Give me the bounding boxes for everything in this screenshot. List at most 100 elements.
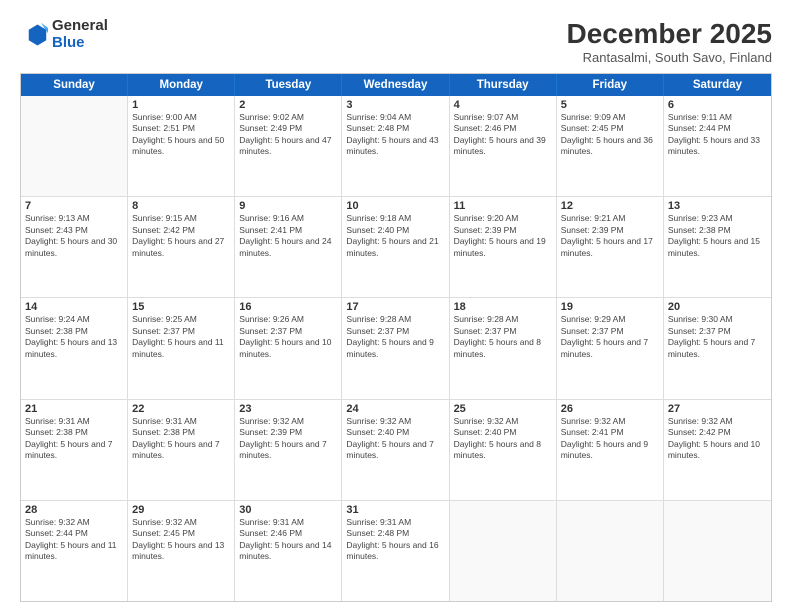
day-number: 27 (668, 403, 767, 415)
day-number: 18 (454, 301, 552, 313)
cell-info: Sunrise: 9:18 AMSunset: 2:40 PMDaylight:… (346, 213, 444, 259)
cell-info: Sunrise: 9:21 AMSunset: 2:39 PMDaylight:… (561, 213, 659, 259)
empty-cell (450, 501, 557, 601)
page: General Blue December 2025 Rantasalmi, S… (0, 0, 792, 612)
day-number: 10 (346, 200, 444, 212)
cell-info: Sunrise: 9:16 AMSunset: 2:41 PMDaylight:… (239, 213, 337, 259)
day-number: 12 (561, 200, 659, 212)
title-block: December 2025 Rantasalmi, South Savo, Fi… (567, 18, 772, 65)
day-cell-25: 25Sunrise: 9:32 AMSunset: 2:40 PMDayligh… (450, 400, 557, 500)
week-row-1: 1Sunrise: 9:00 AMSunset: 2:51 PMDaylight… (21, 96, 771, 197)
cell-info: Sunrise: 9:00 AMSunset: 2:51 PMDaylight:… (132, 112, 230, 158)
day-cell-13: 13Sunrise: 9:23 AMSunset: 2:38 PMDayligh… (664, 197, 771, 297)
week-row-3: 14Sunrise: 9:24 AMSunset: 2:38 PMDayligh… (21, 298, 771, 399)
cell-info: Sunrise: 9:32 AMSunset: 2:40 PMDaylight:… (454, 416, 552, 462)
cell-info: Sunrise: 9:07 AMSunset: 2:46 PMDaylight:… (454, 112, 552, 158)
cell-info: Sunrise: 9:15 AMSunset: 2:42 PMDaylight:… (132, 213, 230, 259)
empty-cell (21, 96, 128, 196)
day-number: 30 (239, 504, 337, 516)
cell-info: Sunrise: 9:04 AMSunset: 2:48 PMDaylight:… (346, 112, 444, 158)
cell-info: Sunrise: 9:20 AMSunset: 2:39 PMDaylight:… (454, 213, 552, 259)
day-number: 2 (239, 99, 337, 111)
header-cell-monday: Monday (128, 74, 235, 96)
week-row-5: 28Sunrise: 9:32 AMSunset: 2:44 PMDayligh… (21, 501, 771, 601)
week-row-2: 7Sunrise: 9:13 AMSunset: 2:43 PMDaylight… (21, 197, 771, 298)
logo-text: General Blue (52, 18, 108, 51)
cell-info: Sunrise: 9:29 AMSunset: 2:37 PMDaylight:… (561, 314, 659, 360)
day-cell-8: 8Sunrise: 9:15 AMSunset: 2:42 PMDaylight… (128, 197, 235, 297)
logo-icon (20, 21, 48, 49)
day-number: 1 (132, 99, 230, 111)
day-number: 7 (25, 200, 123, 212)
header-cell-wednesday: Wednesday (342, 74, 449, 96)
cell-info: Sunrise: 9:02 AMSunset: 2:49 PMDaylight:… (239, 112, 337, 158)
day-cell-11: 11Sunrise: 9:20 AMSunset: 2:39 PMDayligh… (450, 197, 557, 297)
logo: General Blue (20, 18, 108, 51)
day-cell-10: 10Sunrise: 9:18 AMSunset: 2:40 PMDayligh… (342, 197, 449, 297)
day-cell-3: 3Sunrise: 9:04 AMSunset: 2:48 PMDaylight… (342, 96, 449, 196)
day-cell-24: 24Sunrise: 9:32 AMSunset: 2:40 PMDayligh… (342, 400, 449, 500)
day-cell-2: 2Sunrise: 9:02 AMSunset: 2:49 PMDaylight… (235, 96, 342, 196)
calendar-header: SundayMondayTuesdayWednesdayThursdayFrid… (21, 74, 771, 96)
day-cell-12: 12Sunrise: 9:21 AMSunset: 2:39 PMDayligh… (557, 197, 664, 297)
day-number: 21 (25, 403, 123, 415)
day-cell-14: 14Sunrise: 9:24 AMSunset: 2:38 PMDayligh… (21, 298, 128, 398)
day-cell-5: 5Sunrise: 9:09 AMSunset: 2:45 PMDaylight… (557, 96, 664, 196)
day-number: 3 (346, 99, 444, 111)
cell-info: Sunrise: 9:32 AMSunset: 2:39 PMDaylight:… (239, 416, 337, 462)
subtitle: Rantasalmi, South Savo, Finland (567, 50, 772, 65)
day-cell-4: 4Sunrise: 9:07 AMSunset: 2:46 PMDaylight… (450, 96, 557, 196)
day-number: 16 (239, 301, 337, 313)
cell-info: Sunrise: 9:28 AMSunset: 2:37 PMDaylight:… (454, 314, 552, 360)
day-cell-17: 17Sunrise: 9:28 AMSunset: 2:37 PMDayligh… (342, 298, 449, 398)
day-cell-27: 27Sunrise: 9:32 AMSunset: 2:42 PMDayligh… (664, 400, 771, 500)
cell-info: Sunrise: 9:25 AMSunset: 2:37 PMDaylight:… (132, 314, 230, 360)
day-number: 4 (454, 99, 552, 111)
calendar: SundayMondayTuesdayWednesdayThursdayFrid… (20, 73, 772, 602)
day-number: 5 (561, 99, 659, 111)
day-number: 24 (346, 403, 444, 415)
day-cell-26: 26Sunrise: 9:32 AMSunset: 2:41 PMDayligh… (557, 400, 664, 500)
day-cell-20: 20Sunrise: 9:30 AMSunset: 2:37 PMDayligh… (664, 298, 771, 398)
main-title: December 2025 (567, 18, 772, 50)
day-cell-9: 9Sunrise: 9:16 AMSunset: 2:41 PMDaylight… (235, 197, 342, 297)
header-cell-saturday: Saturday (664, 74, 771, 96)
day-cell-23: 23Sunrise: 9:32 AMSunset: 2:39 PMDayligh… (235, 400, 342, 500)
day-number: 11 (454, 200, 552, 212)
day-cell-19: 19Sunrise: 9:29 AMSunset: 2:37 PMDayligh… (557, 298, 664, 398)
day-number: 29 (132, 504, 230, 516)
cell-info: Sunrise: 9:11 AMSunset: 2:44 PMDaylight:… (668, 112, 767, 158)
header-cell-thursday: Thursday (450, 74, 557, 96)
day-number: 14 (25, 301, 123, 313)
day-number: 20 (668, 301, 767, 313)
cell-info: Sunrise: 9:09 AMSunset: 2:45 PMDaylight:… (561, 112, 659, 158)
cell-info: Sunrise: 9:24 AMSunset: 2:38 PMDaylight:… (25, 314, 123, 360)
day-cell-7: 7Sunrise: 9:13 AMSunset: 2:43 PMDaylight… (21, 197, 128, 297)
day-number: 13 (668, 200, 767, 212)
day-number: 8 (132, 200, 230, 212)
cell-info: Sunrise: 9:28 AMSunset: 2:37 PMDaylight:… (346, 314, 444, 360)
day-number: 28 (25, 504, 123, 516)
header: General Blue December 2025 Rantasalmi, S… (20, 18, 772, 65)
cell-info: Sunrise: 9:31 AMSunset: 2:38 PMDaylight:… (132, 416, 230, 462)
day-cell-28: 28Sunrise: 9:32 AMSunset: 2:44 PMDayligh… (21, 501, 128, 601)
cell-info: Sunrise: 9:32 AMSunset: 2:41 PMDaylight:… (561, 416, 659, 462)
cell-info: Sunrise: 9:30 AMSunset: 2:37 PMDaylight:… (668, 314, 767, 360)
day-cell-15: 15Sunrise: 9:25 AMSunset: 2:37 PMDayligh… (128, 298, 235, 398)
cell-info: Sunrise: 9:32 AMSunset: 2:42 PMDaylight:… (668, 416, 767, 462)
calendar-body: 1Sunrise: 9:00 AMSunset: 2:51 PMDaylight… (21, 96, 771, 601)
cell-info: Sunrise: 9:32 AMSunset: 2:40 PMDaylight:… (346, 416, 444, 462)
day-cell-6: 6Sunrise: 9:11 AMSunset: 2:44 PMDaylight… (664, 96, 771, 196)
empty-cell (664, 501, 771, 601)
cell-info: Sunrise: 9:32 AMSunset: 2:44 PMDaylight:… (25, 517, 123, 563)
day-cell-1: 1Sunrise: 9:00 AMSunset: 2:51 PMDaylight… (128, 96, 235, 196)
day-cell-29: 29Sunrise: 9:32 AMSunset: 2:45 PMDayligh… (128, 501, 235, 601)
day-number: 6 (668, 99, 767, 111)
cell-info: Sunrise: 9:26 AMSunset: 2:37 PMDaylight:… (239, 314, 337, 360)
week-row-4: 21 Sunrise: 9:31 AMSunset: 2:38 PMDayligh… (21, 400, 771, 501)
day-cell-30: 30Sunrise: 9:31 AMSunset: 2:46 PMDayligh… (235, 501, 342, 601)
day-number: 23 (239, 403, 337, 415)
day-number: 22 (132, 403, 230, 415)
day-number: 15 (132, 301, 230, 313)
day-number: 26 (561, 403, 659, 415)
